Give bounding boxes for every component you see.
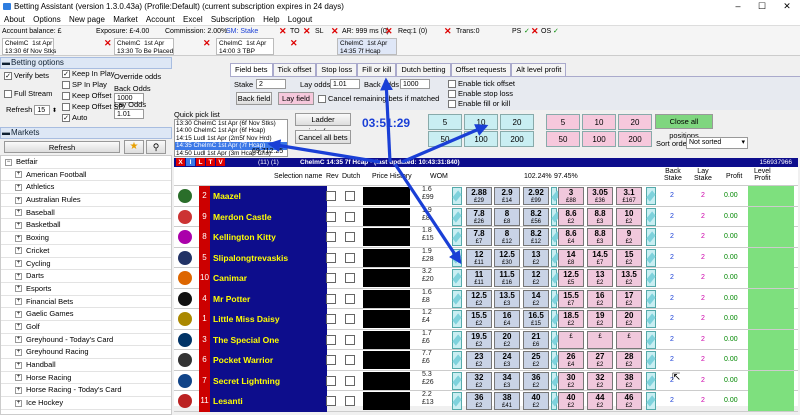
arrow-to-tab [380,77,393,163]
arrow-to-canimar [393,163,462,265]
mouse-cursor-icon: ⇱ [672,372,681,383]
arrow-to-quickpick [267,139,381,164]
arrow-to-stakes [401,124,489,164]
annotation-arrows [267,77,489,265]
